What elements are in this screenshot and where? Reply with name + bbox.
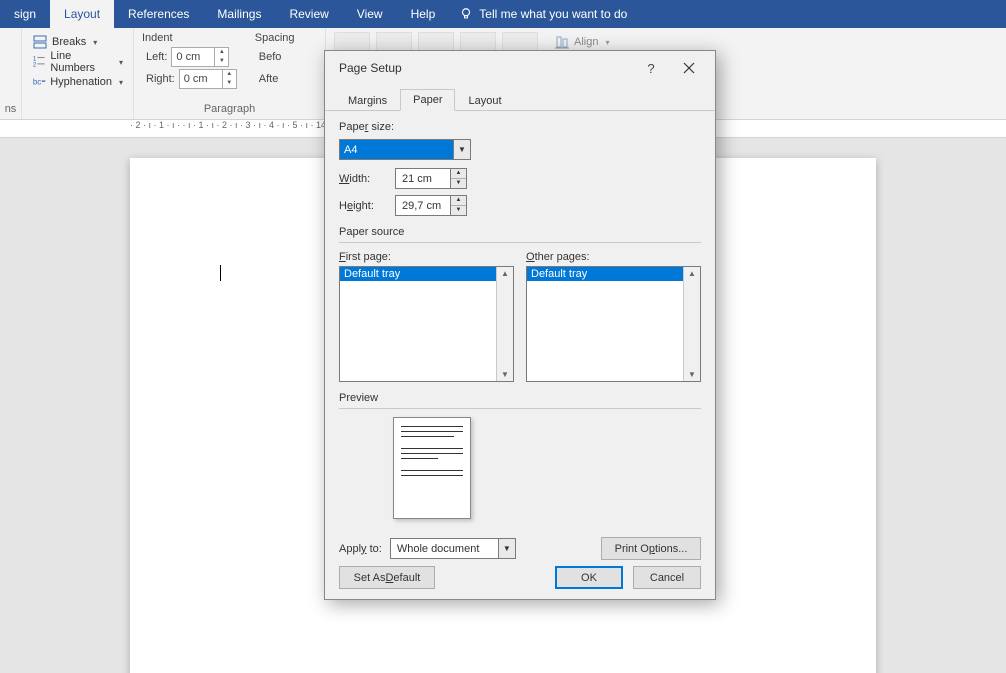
paper-size-combo[interactable]: A4 ▼ (339, 139, 471, 160)
scrollbar[interactable]: ▲▼ (496, 267, 513, 381)
tab-mailings[interactable]: Mailings (203, 0, 275, 28)
height-input[interactable]: 29,7 cm▲▼ (395, 195, 467, 216)
paper-size-label: Paper size: (339, 121, 701, 133)
paper-source-label: Paper source (339, 226, 701, 238)
other-pages-listbox[interactable]: Default tray ▲▼ (526, 266, 701, 382)
svg-text:2: 2 (33, 62, 37, 69)
tell-me-label: Tell me what you want to do (479, 7, 627, 21)
hyphenation-icon: bc (32, 74, 46, 90)
tab-review[interactable]: Review (275, 0, 342, 28)
ok-button[interactable]: OK (555, 566, 623, 589)
indent-right-label: Right: (146, 73, 175, 85)
cancel-button[interactable]: Cancel (633, 566, 701, 589)
line-numbers-label: Line Numbers (50, 50, 112, 74)
height-label: Height: (339, 200, 385, 212)
indent-right-input[interactable]: 0 cm▲▼ (179, 69, 237, 89)
breaks-label: Breaks (52, 36, 86, 48)
tab-help[interactable]: Help (397, 0, 450, 28)
breaks-button[interactable]: Breaks (30, 32, 125, 52)
line-numbers-icon: 12 (32, 54, 46, 70)
other-pages-label: Other pages: (526, 251, 701, 263)
chevron-down-icon: ▼ (498, 539, 515, 558)
dialog-tabs: Margins Paper Layout (325, 85, 715, 111)
paper-size-value: A4 (340, 140, 453, 159)
dialog-titlebar[interactable]: Page Setup ? (325, 51, 715, 85)
group-label-cut: ns (0, 103, 21, 117)
dialog-title-text: Page Setup (339, 61, 402, 75)
line-numbers-button[interactable]: 12 Line Numbers (30, 52, 125, 72)
svg-text:bc: bc (33, 78, 41, 87)
preview-thumbnail (393, 417, 471, 519)
dialog-body: Paper size: A4 ▼ Width: 21 cm▲▼ Height: … (325, 111, 715, 570)
width-label: Width: (339, 173, 385, 185)
first-page-label: First page: (339, 251, 514, 263)
tab-references[interactable]: References (114, 0, 203, 28)
indent-title: Indent (142, 32, 237, 44)
width-input[interactable]: 21 cm▲▼ (395, 168, 467, 189)
tab-design[interactable]: sign (0, 0, 50, 28)
other-pages-option[interactable]: Default tray (527, 267, 700, 281)
paragraph-group-label: Paragraph (142, 103, 317, 117)
chevron-down-icon: ▼ (453, 140, 470, 159)
dialog-close-button[interactable] (671, 54, 707, 82)
spacing-title: Spacing (255, 32, 295, 44)
first-page-option[interactable]: Default tray (340, 267, 513, 281)
breaks-icon (32, 34, 48, 50)
dialog-tab-margins[interactable]: Margins (335, 90, 400, 111)
page-setup-dialog: Page Setup ? Margins Paper Layout Paper … (324, 50, 716, 600)
lightbulb-icon (459, 7, 473, 21)
align-icon (554, 34, 570, 50)
set-default-button[interactable]: Set As Default (339, 566, 435, 589)
ribbon-tabs: sign Layout References Mailings Review V… (0, 0, 1006, 28)
indent-left-label: Left: (146, 51, 167, 63)
align-label: Align (574, 36, 598, 48)
apply-to-label: Apply to: (339, 543, 382, 555)
close-icon (683, 62, 695, 74)
print-options-button[interactable]: Print Options... (601, 537, 701, 560)
spacing-before-label: Befo (259, 51, 282, 63)
spacing-after-label: Afte (259, 73, 279, 85)
align-button[interactable]: Align (552, 32, 611, 52)
tell-me-search[interactable]: Tell me what you want to do (449, 0, 627, 28)
hyphenation-label: Hyphenation (50, 76, 112, 88)
dialog-help-button[interactable]: ? (633, 54, 669, 82)
tab-layout[interactable]: Layout (50, 0, 114, 28)
preview-label: Preview (339, 392, 701, 404)
dialog-tab-paper[interactable]: Paper (400, 89, 455, 111)
scrollbar[interactable]: ▲▼ (683, 267, 700, 381)
first-page-listbox[interactable]: Default tray ▲▼ (339, 266, 514, 382)
tab-view[interactable]: View (343, 0, 397, 28)
text-cursor (220, 265, 221, 281)
dialog-tab-layout[interactable]: Layout (455, 90, 514, 111)
indent-left-input[interactable]: 0 cm▲▼ (171, 47, 229, 67)
apply-to-value: Whole document (397, 543, 480, 555)
apply-to-combo[interactable]: Whole document ▼ (390, 538, 516, 559)
hyphenation-button[interactable]: bc Hyphenation (30, 72, 125, 92)
